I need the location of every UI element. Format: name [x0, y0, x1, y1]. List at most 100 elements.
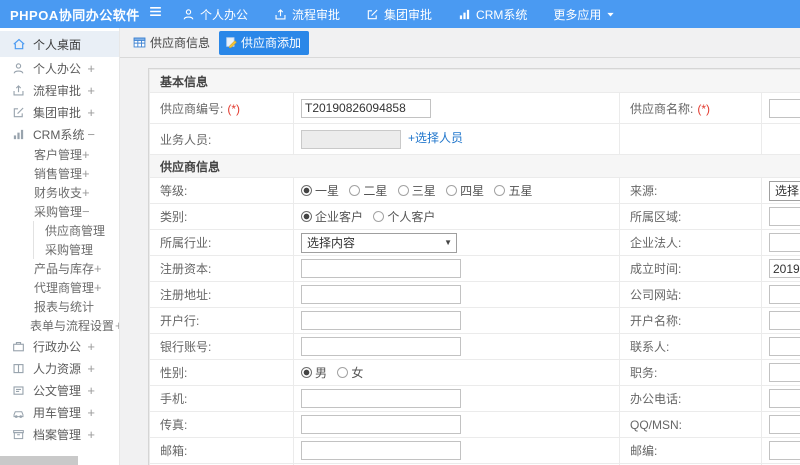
expand-toggle[interactable]: +: [82, 186, 90, 199]
sidebar-item-label: 公文管理: [33, 383, 82, 398]
topnav-group-approval[interactable]: 集团审批: [353, 0, 445, 28]
sidebar-item-sales-mgmt[interactable]: 销售管理 +: [0, 164, 119, 183]
account-name-input[interactable]: [769, 311, 800, 330]
source-select[interactable]: 选择内容▼: [769, 180, 800, 201]
field-label: 注册地址:: [160, 288, 212, 302]
collapse-toggle[interactable]: −: [82, 205, 90, 218]
expand-toggle[interactable]: +: [87, 62, 95, 75]
sidebar-toggle-button[interactable]: [148, 4, 163, 24]
topnav-personal-office[interactable]: 个人办公: [169, 0, 261, 28]
edit-doc-icon: [225, 36, 237, 48]
sidebar-item-archive-mgmt[interactable]: 档案管理 +: [0, 423, 119, 445]
sidebar-item-label: 用车管理: [33, 405, 82, 420]
sidebar-item-document-mgmt[interactable]: 公文管理 +: [0, 379, 119, 401]
radio-level-5[interactable]: 五星: [494, 182, 532, 199]
hamburger-icon: [148, 4, 163, 24]
fax-input[interactable]: [301, 415, 461, 434]
office-phone-input[interactable]: [769, 389, 800, 408]
bank-account-input[interactable]: [301, 337, 461, 356]
sidebar-item-reports-stats[interactable]: 报表与统计: [0, 297, 119, 316]
sidebar-item-label: 财务收支: [34, 186, 83, 200]
field-label: 所属行业:: [160, 236, 212, 250]
topnav-crm-system[interactable]: CRM系统: [445, 0, 540, 28]
expand-toggle[interactable]: +: [94, 262, 102, 275]
book-icon: [12, 362, 26, 375]
edit-approval-icon: [12, 106, 26, 119]
sidebar-item-personal-office[interactable]: 个人办公 +: [0, 57, 119, 79]
field-label: 联系人:: [630, 340, 670, 354]
horizontal-scrollbar-thumb[interactable]: [0, 456, 78, 465]
radio-icon: [301, 185, 312, 196]
expand-toggle[interactable]: +: [87, 84, 95, 97]
legal-person-input[interactable]: [769, 233, 800, 252]
founded-date-input[interactable]: [769, 259, 800, 278]
sidebar-item-flow-approval[interactable]: 流程审批 +: [0, 79, 119, 101]
expand-toggle[interactable]: +: [87, 106, 95, 119]
sidebar-item-group-approval[interactable]: 集团审批 +: [0, 101, 119, 123]
position-input[interactable]: [769, 363, 800, 382]
sidebar-item-vehicle-mgmt[interactable]: 用车管理 +: [0, 401, 119, 423]
expand-toggle[interactable]: +: [94, 281, 102, 294]
choose-staff-link[interactable]: +选择人员: [408, 131, 463, 145]
sidebar-item-procurement-mgmt[interactable]: 采购管理: [33, 240, 119, 259]
tab-supplier-add[interactable]: 供应商添加: [219, 30, 310, 55]
briefcase-icon: [12, 340, 26, 353]
sidebar-item-purchase-mgmt[interactable]: 采购管理 −: [0, 202, 119, 221]
sidebar-item-label: 代理商管理: [34, 281, 95, 295]
sidebar-item-customer-mgmt[interactable]: 客户管理 +: [0, 145, 119, 164]
radio-gender-male[interactable]: 男: [301, 364, 327, 381]
radio-icon: [301, 367, 312, 378]
sidebar-item-crm-system[interactable]: CRM系统 −: [0, 123, 119, 145]
qq-msn-input[interactable]: [769, 415, 800, 434]
expand-toggle[interactable]: +: [87, 384, 95, 397]
radio-gender-female[interactable]: 女: [337, 364, 363, 381]
radio-level-1[interactable]: 一星: [301, 182, 339, 199]
website-input[interactable]: [769, 285, 800, 304]
region-input[interactable]: [769, 207, 800, 226]
expand-toggle[interactable]: +: [82, 167, 90, 180]
radio-icon: [373, 211, 385, 222]
sidebar-item-agent-mgmt[interactable]: 代理商管理 +: [0, 278, 119, 297]
mobile-input[interactable]: [301, 389, 461, 408]
sidebar-item-admin-office[interactable]: 行政办公 +: [0, 335, 119, 357]
sidebar-item-finance[interactable]: 财务收支 +: [0, 183, 119, 202]
sidebar: 个人桌面 个人办公 + 流程审批 + 集团审批 + CRM系统 − 客户管理 +…: [0, 28, 120, 465]
expand-toggle[interactable]: +: [82, 148, 90, 161]
radio-level-3[interactable]: 三星: [397, 182, 436, 199]
sidebar-item-label: 供应商管理: [45, 224, 106, 238]
topnav-flow-approval[interactable]: 流程审批: [261, 0, 353, 28]
supplier-name-input[interactable]: [769, 98, 800, 118]
sidebar-item-label: 采购管理: [34, 205, 83, 219]
field-label: 职务:: [630, 366, 658, 380]
sidebar-item-form-flow-settings[interactable]: 表单与流程设置 +: [0, 316, 119, 335]
document-icon: [12, 384, 26, 397]
bank-input[interactable]: [301, 311, 461, 330]
sidebar-item-supplier-mgmt[interactable]: 供应商管理: [33, 221, 119, 240]
radio-category-personal[interactable]: 个人客户: [373, 208, 435, 225]
field-label: 等级:: [160, 184, 188, 198]
topnav-more-apps[interactable]: 更多应用: [540, 0, 628, 28]
reg-address-input[interactable]: [301, 285, 461, 304]
radio-level-2[interactable]: 二星: [349, 182, 387, 199]
expand-toggle[interactable]: +: [115, 319, 119, 332]
email-input[interactable]: [301, 441, 461, 460]
field-label: 供应商名称:: [630, 101, 694, 116]
expand-toggle[interactable]: +: [87, 406, 95, 419]
expand-toggle[interactable]: +: [87, 340, 95, 353]
reg-capital-input[interactable]: [301, 259, 461, 278]
expand-toggle[interactable]: +: [87, 428, 95, 441]
sidebar-item-personal-desktop[interactable]: 个人桌面: [0, 31, 119, 57]
zip-input[interactable]: [769, 441, 800, 460]
radio-category-company[interactable]: 企业客户: [301, 208, 363, 225]
expand-toggle[interactable]: +: [87, 362, 95, 375]
staff-input[interactable]: [301, 129, 401, 149]
contact-input[interactable]: [769, 337, 800, 356]
sidebar-item-product-inventory[interactable]: 产品与库存 +: [0, 259, 119, 278]
supplier-no-input[interactable]: [301, 98, 431, 118]
sidebar-item-human-resources[interactable]: 人力资源 +: [0, 357, 119, 379]
collapse-toggle[interactable]: −: [87, 128, 95, 141]
tab-supplier-info[interactable]: 供应商信息: [133, 34, 210, 51]
radio-level-4[interactable]: 四星: [446, 182, 484, 199]
flow-approval-icon: [274, 8, 287, 21]
industry-select[interactable]: 选择内容 ▼: [301, 232, 457, 253]
